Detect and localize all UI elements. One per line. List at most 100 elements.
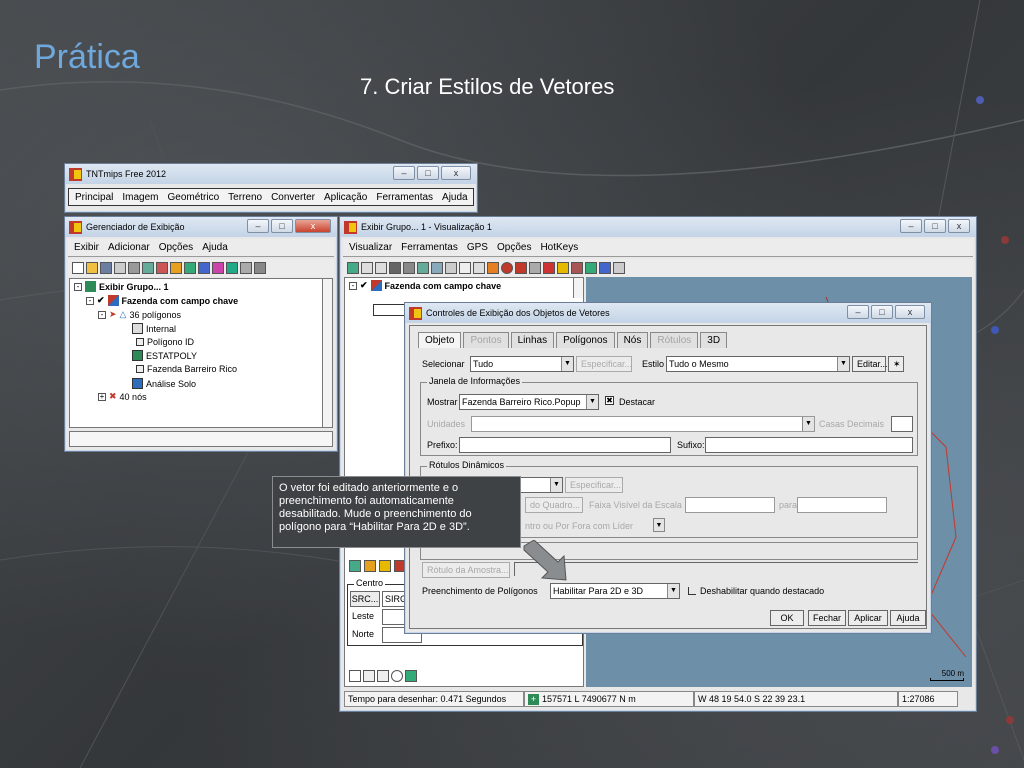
display-manager-titlebar[interactable]: Gerenciador de Exibição – □ x xyxy=(65,217,337,237)
grid-icon[interactable] xyxy=(226,262,238,274)
collapse-icon[interactable]: - xyxy=(74,282,82,291)
minimize-button[interactable]: – xyxy=(247,219,269,233)
add-layer-icon[interactable] xyxy=(417,262,429,274)
tree-row-analise[interactable]: Análise Solo xyxy=(132,378,196,389)
units-dropdown[interactable]: ▼ xyxy=(471,416,815,432)
expand-icon[interactable]: + xyxy=(98,392,106,401)
edit-button[interactable]: Editar... xyxy=(852,356,888,372)
layer-icon[interactable] xyxy=(349,560,361,572)
tree-row-internal[interactable]: Internal xyxy=(132,323,176,334)
image-icon[interactable] xyxy=(585,262,597,274)
region-icon[interactable] xyxy=(184,262,196,274)
sample-label-button[interactable]: Rótulo da Amostra... xyxy=(422,562,510,578)
tree-row-polygons[interactable]: - ➤ △ 36 polígonos xyxy=(98,309,181,320)
vertical-scrollbar[interactable] xyxy=(322,279,332,427)
tab-objeto[interactable]: Objeto xyxy=(418,332,462,348)
chevron-down-icon[interactable]: ▼ xyxy=(837,357,849,371)
tree-row-fazenda[interactable]: Fazenda Barreiro Rico xyxy=(136,364,237,374)
print-icon[interactable] xyxy=(114,262,126,274)
pencil-icon[interactable] xyxy=(557,262,569,274)
gps-icon[interactable] xyxy=(515,262,527,274)
menu-opcoes[interactable]: Opções xyxy=(497,242,531,253)
list-icon[interactable] xyxy=(254,262,266,274)
menu-imagem[interactable]: Imagem xyxy=(122,192,158,203)
menu-hotkeys[interactable]: HotKeys xyxy=(540,242,578,253)
menu-ferramentas[interactable]: Ferramentas xyxy=(401,242,458,253)
menu-exibir[interactable]: Exibir xyxy=(74,242,99,253)
pointer-icon[interactable] xyxy=(543,262,555,274)
vector-icon[interactable] xyxy=(142,262,154,274)
chevron-down-icon[interactable]: ▼ xyxy=(653,518,665,532)
menu-converter[interactable]: Converter xyxy=(271,192,315,203)
view-layer-row[interactable]: - ✔ Fazenda com campo chave xyxy=(349,280,501,291)
vertical-scrollbar[interactable] xyxy=(573,278,583,298)
redraw-icon[interactable] xyxy=(347,262,359,274)
close-dialog-button[interactable]: Fechar xyxy=(808,610,846,626)
tab-nos[interactable]: Nós xyxy=(616,332,649,348)
zoom-in-icon[interactable] xyxy=(363,670,375,682)
tree-row-polygon-id[interactable]: Polígono ID xyxy=(136,337,194,347)
cad-icon[interactable] xyxy=(156,262,168,274)
stop-icon[interactable] xyxy=(501,262,513,274)
tab-3d[interactable]: 3D xyxy=(700,332,728,348)
minimize-button[interactable]: – xyxy=(393,166,415,180)
chevron-down-icon[interactable]: ▼ xyxy=(802,417,814,431)
new-icon[interactable] xyxy=(72,262,84,274)
query-icon[interactable] xyxy=(473,262,485,274)
zoom-area-icon[interactable] xyxy=(377,670,389,682)
maximize-button[interactable]: □ xyxy=(924,219,946,233)
select-dropdown[interactable]: Tudo ▼ xyxy=(470,356,574,372)
camera-icon[interactable] xyxy=(403,262,415,274)
magic-wand-button[interactable]: ✶ xyxy=(888,356,904,372)
menu-gps[interactable]: GPS xyxy=(467,242,488,253)
tab-linhas[interactable]: Linhas xyxy=(510,332,555,348)
settings-icon[interactable] xyxy=(613,262,625,274)
database-icon[interactable] xyxy=(212,262,224,274)
apply-button[interactable]: Aplicar xyxy=(848,610,888,626)
maximize-button[interactable]: □ xyxy=(417,166,439,180)
checkmark-icon[interactable]: ✔ xyxy=(97,295,105,306)
collapse-icon[interactable]: - xyxy=(349,281,357,290)
raster-icon[interactable] xyxy=(128,262,140,274)
open-icon[interactable] xyxy=(86,262,98,274)
zoom-box-icon[interactable] xyxy=(529,262,541,274)
chevron-down-icon[interactable]: ▼ xyxy=(667,584,679,598)
frame-button[interactable]: do Quadro... xyxy=(525,497,583,513)
tree-row-nodes[interactable]: + ✖ 40 nós xyxy=(98,391,147,402)
zoom-out-icon[interactable] xyxy=(375,262,387,274)
measure-icon[interactable] xyxy=(445,262,457,274)
zoom-in-icon[interactable] xyxy=(361,262,373,274)
close-button[interactable]: x xyxy=(895,305,925,319)
minimize-button[interactable]: – xyxy=(847,305,869,319)
tab-poligonos[interactable]: Polígonos xyxy=(556,332,615,348)
suffix-field[interactable] xyxy=(705,437,913,453)
style-dropdown[interactable]: Tudo o Mesmo ▼ xyxy=(666,356,850,372)
tab-rotulos[interactable]: Rótulos xyxy=(650,332,699,348)
edit-icon[interactable] xyxy=(379,560,391,572)
menu-terreno[interactable]: Terreno xyxy=(228,192,262,203)
crosshair-icon[interactable]: + xyxy=(528,693,539,705)
menu-ajuda[interactable]: Ajuda xyxy=(442,192,468,203)
maximize-button[interactable]: □ xyxy=(871,305,893,319)
tree-row-group[interactable]: - Exibir Grupo... 1 xyxy=(74,281,169,292)
select-icon[interactable] xyxy=(431,262,443,274)
map-icon[interactable] xyxy=(405,670,417,682)
chevron-down-icon[interactable]: ▼ xyxy=(561,357,573,371)
menu-ajuda[interactable]: Ajuda xyxy=(202,242,228,253)
collapse-icon[interactable]: - xyxy=(98,310,106,319)
show-dropdown[interactable]: Fazenda Barreiro Rico.Popup ▼ xyxy=(459,394,599,410)
specify-button[interactable]: Especificar... xyxy=(576,356,632,372)
close-button[interactable]: x xyxy=(295,219,331,233)
binoculars-icon[interactable] xyxy=(389,262,401,274)
range-max-field[interactable] xyxy=(797,497,887,513)
prefix-field[interactable] xyxy=(459,437,671,453)
minimize-button[interactable]: – xyxy=(900,219,922,233)
src-button[interactable]: SRC... xyxy=(350,591,380,607)
range-min-field[interactable] xyxy=(685,497,775,513)
tree-row-layer[interactable]: - ✔ Fazenda com campo chave xyxy=(86,295,238,306)
ok-button[interactable]: OK xyxy=(770,610,804,626)
chevron-down-icon[interactable]: ▼ xyxy=(550,478,562,492)
close-button[interactable]: x xyxy=(948,219,970,233)
menu-aplicacao[interactable]: Aplicação xyxy=(324,192,367,203)
tntmips-titlebar[interactable]: TNTmips Free 2012 – □ x xyxy=(65,164,477,184)
